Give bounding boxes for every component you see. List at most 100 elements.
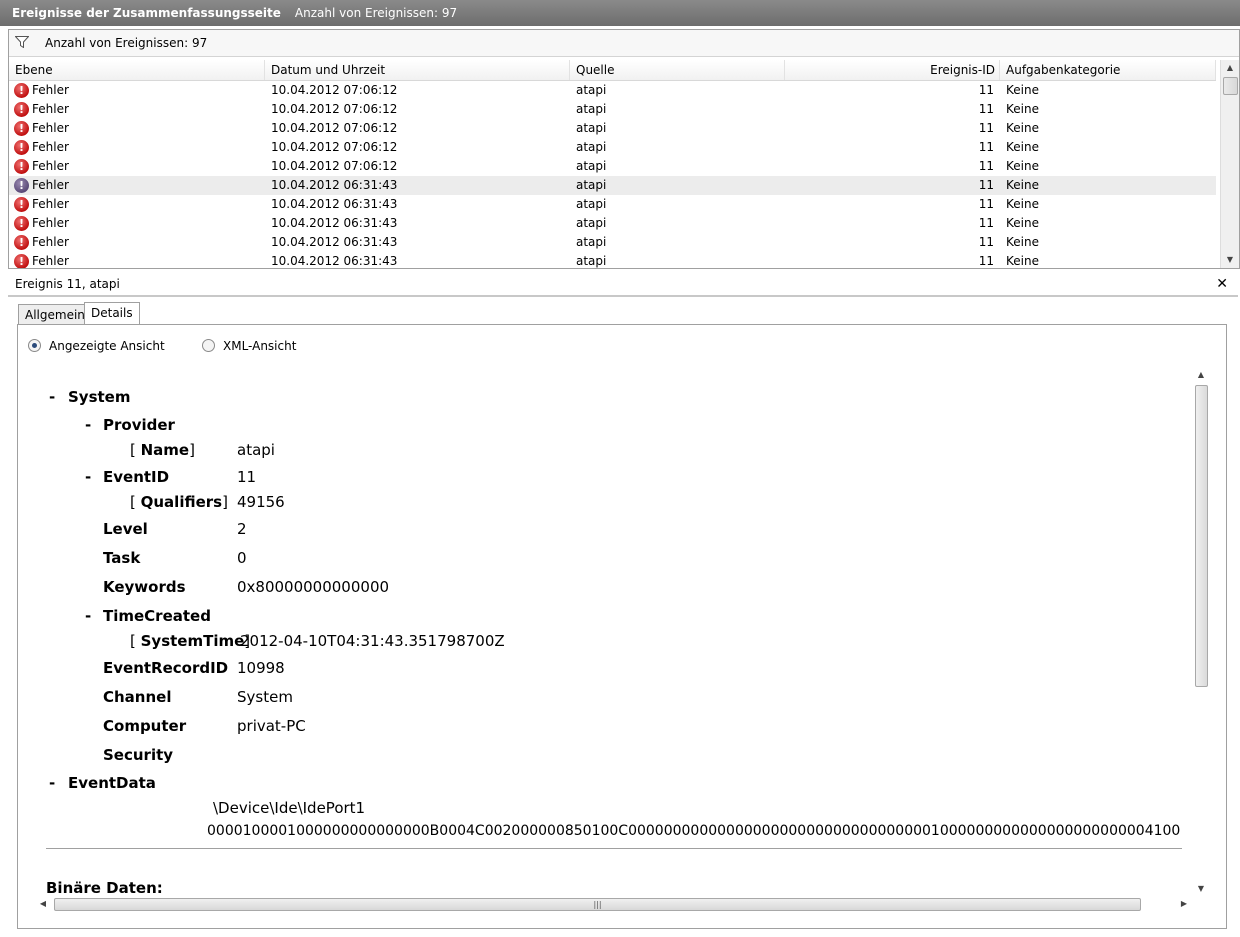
filter-label: Anzahl von Ereignissen: 97 [45,36,208,50]
close-icon[interactable]: ✕ [1216,273,1228,295]
details-scroll-thumb[interactable] [1195,385,1208,687]
value-eventdata-device: \Device\Ide\IdePort1 [213,799,366,817]
node-computer: Computer [103,717,187,735]
column-header-task-category[interactable]: Aufgabenkategorie [1000,60,1216,80]
cell-event-id: 11 [978,235,994,249]
cell-source: atapi [576,121,607,135]
cell-level: Fehler [32,159,69,173]
table-row[interactable]: ! Fehler 10.04.2012 06:31:43 atapi 11 Keine [9,233,1216,252]
cell-event-id: 11 [978,102,994,116]
cell-source: atapi [576,235,607,249]
scroll-left-arrow-icon[interactable]: ◀ [36,896,50,912]
separator [46,848,1182,849]
attr-name: [ Name] [130,441,195,459]
tab-details[interactable]: Details [84,302,140,326]
radio-xml-view[interactable]: XML-Ansicht [202,339,296,353]
funnel-icon[interactable] [15,36,29,48]
cell-task-category: Keine [1006,216,1039,230]
cell-source: atapi [576,254,607,268]
value-eventid: 11 [237,468,257,486]
table-row[interactable]: ! Fehler 10.04.2012 07:06:12 atapi 11 Keine [9,100,1216,119]
cell-datetime: 10.04.2012 06:31:43 [271,216,398,230]
cell-task-category: Keine [1006,83,1039,97]
binary-data-label: Binäre Daten: [46,879,163,897]
cell-datetime: 10.04.2012 06:31:43 [271,254,398,268]
table-row[interactable]: ! Fehler 10.04.2012 07:06:12 atapi 11 Keine [9,119,1216,138]
radio-displayed-view[interactable]: Angezeigte Ansicht [28,339,165,353]
node-eventdata: EventData [68,774,156,792]
node-eventrecordid: EventRecordID [103,659,229,677]
attr-qualifiers: [ Qualifiers] [130,493,228,511]
cell-datetime: 10.04.2012 07:06:12 [271,121,398,135]
value-qualifiers: 49156 [237,493,285,511]
table-row[interactable]: ! Fehler 10.04.2012 06:31:43 atapi 11 Keine [9,195,1216,214]
cell-level: Fehler [32,83,69,97]
error-icon: ! [14,216,29,231]
table-row[interactable]: ! Fehler 10.04.2012 07:06:12 atapi 11 Keine [9,157,1216,176]
details-horizontal-scrollbar[interactable]: ◀ ||| ▶ [36,896,1193,913]
cell-datetime: 10.04.2012 06:31:43 [271,197,398,211]
cell-task-category: Keine [1006,140,1039,154]
cell-event-id: 11 [978,140,994,154]
cell-source: atapi [576,159,607,173]
cell-event-id: 11 [978,178,994,192]
radio-unselected-icon[interactable] [202,339,215,352]
table-row[interactable]: ! Fehler 10.04.2012 07:06:12 atapi 11 Keine [9,81,1216,100]
value-eventrecordid: 10998 [237,659,285,677]
event-detail-content: - System - Provider [ Name] atapi - Even… [36,367,1193,897]
value-computer: privat-PC [237,717,306,735]
cell-level: Fehler [32,197,69,211]
scroll-thumb[interactable] [1223,77,1238,95]
column-header-source[interactable]: Quelle [570,60,785,80]
details-hscroll-thumb[interactable]: ||| [54,898,1141,911]
node-provider: Provider [103,416,175,434]
table-row[interactable]: ! Fehler 10.04.2012 07:06:12 atapi 11 Keine [9,138,1216,157]
cell-level: Fehler [32,121,69,135]
scroll-down-arrow-icon[interactable]: ▼ [1193,881,1209,897]
cell-datetime: 10.04.2012 07:06:12 [271,159,398,173]
node-keywords: Keywords [103,578,186,596]
column-header-event-id[interactable]: Ereignis-ID [785,60,1000,80]
node-eventid: EventID [103,468,170,486]
radio-selected-icon[interactable] [28,339,41,352]
cell-datetime: 10.04.2012 07:06:12 [271,140,398,154]
scroll-up-arrow-icon[interactable]: ▲ [1221,60,1239,76]
event-rows: ! Fehler 10.04.2012 07:06:12 atapi 11 Keine! F… [9,81,1216,268]
cell-level: Fehler [32,178,69,192]
table-row[interactable]: ! Fehler 10.04.2012 06:31:43 atapi 11 Keine [9,176,1216,195]
collapse-eventdata-toggle[interactable]: - [49,774,55,792]
column-header-datetime[interactable]: Datum und Uhrzeit [265,60,570,80]
value-keywords: 0x80000000000000 [237,578,390,596]
cell-event-id: 11 [978,254,994,268]
cell-source: atapi [576,216,607,230]
scroll-up-arrow-icon[interactable]: ▲ [1193,367,1209,383]
value-systemtime: 2012-04-10T04:31:43.351798700Z [240,632,505,650]
details-header: Ereignis 11, atapi ✕ [8,273,1238,297]
value-name: atapi [237,441,275,459]
cell-datetime: 10.04.2012 07:06:12 [271,83,398,97]
value-eventdata-hex: 0000100001000000000000000B0004C002000000… [207,823,1181,839]
collapse-timecreated-toggle[interactable]: - [85,607,91,625]
node-level: Level [103,520,148,538]
window-title-bar: Ereignisse der Zusammenfassungsseite Anza… [0,0,1240,26]
window-event-count: Anzahl von Ereignissen: 97 [294,6,458,20]
event-list-scrollbar[interactable]: ▲ ▼ [1220,60,1239,268]
details-title: Ereignis 11, atapi [15,277,120,291]
collapse-provider-toggle[interactable]: - [85,416,91,434]
scroll-down-arrow-icon[interactable]: ▼ [1221,252,1239,268]
event-list-pane: Anzahl von Ereignissen: 97 Ebene Datum u… [8,29,1240,269]
node-timecreated: TimeCreated [103,607,211,625]
collapse-system-toggle[interactable]: - [49,388,55,406]
value-level: 2 [237,520,247,538]
cell-source: atapi [576,83,607,97]
tab-allgemein[interactable]: Allgemein [18,304,92,325]
details-vertical-scrollbar[interactable]: ▲ ▼ [1193,367,1209,897]
cell-source: atapi [576,102,607,116]
collapse-eventid-toggle[interactable]: - [85,468,91,486]
table-row[interactable]: ! Fehler 10.04.2012 06:31:43 atapi 11 Keine [9,214,1216,233]
scroll-right-arrow-icon[interactable]: ▶ [1177,896,1191,912]
error-icon: ! [14,121,29,136]
table-row[interactable]: ! Fehler 10.04.2012 06:31:43 atapi 11 Keine [9,252,1216,268]
column-header-level[interactable]: Ebene [9,60,265,80]
node-channel: Channel [103,688,172,706]
